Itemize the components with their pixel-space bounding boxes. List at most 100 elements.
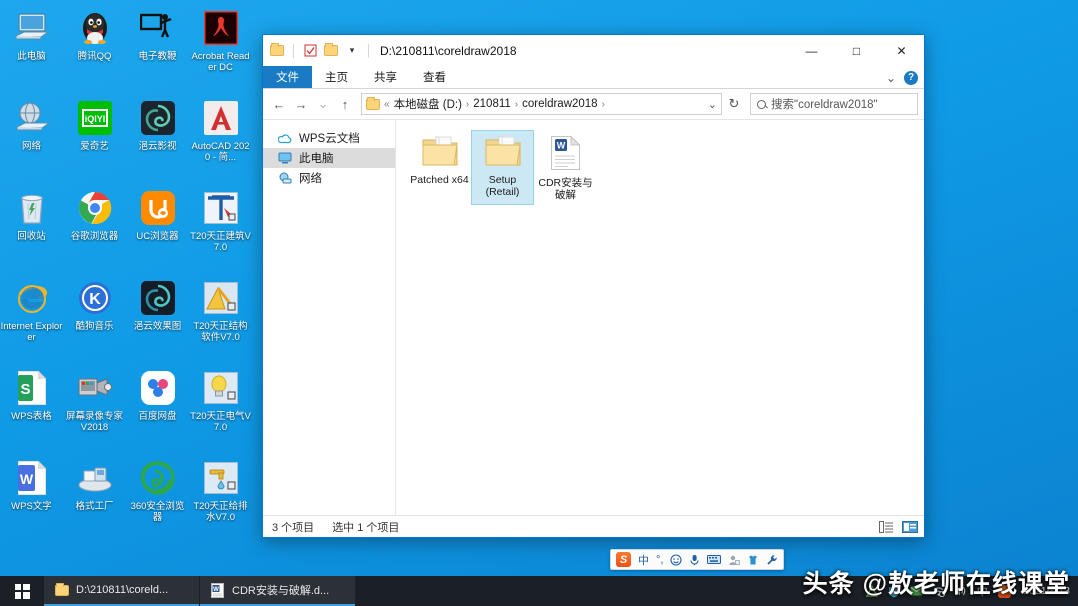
desktop-icon-computer[interactable]: 此电脑 xyxy=(0,2,63,92)
desktop-icon-ie[interactable]: Internet Explorer xyxy=(0,272,63,362)
desktop-icon-render-shell[interactable]: 浥云效果图 xyxy=(126,272,189,362)
desktop-icon-chrome[interactable]: 谷歌浏览器 xyxy=(63,182,126,272)
security-shield-icon[interactable] xyxy=(887,584,901,598)
desktop-icon-tangent-plumbing[interactable]: T20天正给排水V7.0 xyxy=(189,452,252,542)
desktop-icon-screen-recorder[interactable]: 屏幕录像专家V2018 xyxy=(63,362,126,452)
desktop-icon-pointer-teacher[interactable]: 电子教鞭 xyxy=(126,2,189,92)
window-titlebar[interactable]: ▾ D:\210811\coreldraw2018 — □ ✕ xyxy=(263,35,924,66)
desktop-icon-network-globe[interactable]: 网络 xyxy=(0,92,63,182)
ime-voice-icon[interactable] xyxy=(689,554,700,566)
tab-view[interactable]: 查看 xyxy=(410,66,459,88)
desktop-icon-label: WPS文字 xyxy=(1,501,63,512)
autocad-tray-icon[interactable] xyxy=(865,584,879,598)
desktop-icon-label: UC浏览器 xyxy=(127,231,189,242)
chevron-down-icon[interactable]: ⌄ xyxy=(886,71,896,85)
breadcrumb-item-drive[interactable]: 本地磁盘 (D:) xyxy=(394,96,462,112)
large-icons-view-button[interactable] xyxy=(901,519,918,534)
address-dropdown-icon[interactable]: ⌄ xyxy=(708,98,717,111)
sogou-logo-icon[interactable]: S xyxy=(616,552,631,567)
ime-user-icon[interactable] xyxy=(728,554,740,566)
refresh-button[interactable]: ↻ xyxy=(724,93,744,115)
properties-icon[interactable] xyxy=(302,43,318,59)
details-view-button[interactable] xyxy=(878,519,895,534)
clock[interactable]: 2021/8/13 xyxy=(1019,585,1070,597)
breadcrumb-item-210811[interactable]: 210811 xyxy=(473,98,511,110)
desktop-icon-label: 电子教鞭 xyxy=(127,51,189,62)
view-mode-buttons[interactable] xyxy=(878,519,918,534)
window-controls[interactable]: — □ ✕ xyxy=(789,35,924,66)
network-icon[interactable] xyxy=(931,584,945,598)
ime-emoji-icon[interactable] xyxy=(670,554,682,566)
address-bar[interactable]: « 本地磁盘 (D:) › 210811 › coreldraw2018 › ⌄ xyxy=(361,93,722,115)
desktop-icon-kugou[interactable]: K酷狗音乐 xyxy=(63,272,126,362)
desktop-icon-tangent-electric[interactable]: T20天正电气V7.0 xyxy=(189,362,252,452)
file-item[interactable]: WCDR安装与破解 xyxy=(534,130,597,205)
ime-toolbox-icon[interactable] xyxy=(766,554,778,566)
desktop-icon-baidu-netdisk[interactable]: 百度网盘 xyxy=(126,362,189,452)
help-icon[interactable]: ? xyxy=(904,71,918,85)
address-bar-right[interactable]: ⌄ xyxy=(708,98,717,111)
desktop-icon-recycle-bin[interactable]: 回收站 xyxy=(0,182,63,272)
uc-browser-icon xyxy=(138,188,178,228)
taskbar[interactable]: D:\210811\coreld... W CDR安装与破解.d... 中 20… xyxy=(0,576,1078,606)
tab-file[interactable]: 文件 xyxy=(263,66,312,88)
mail-icon[interactable] xyxy=(909,584,923,598)
quick-access-dropdown-icon[interactable]: ▾ xyxy=(344,43,360,59)
back-button[interactable]: ← xyxy=(269,93,289,115)
forward-button[interactable]: → xyxy=(291,93,311,115)
ribbon-right-controls[interactable]: ⌄ ? xyxy=(886,66,918,89)
file-list-area[interactable]: Patched x64Setup (Retail)WCDR安装与破解 xyxy=(396,120,924,515)
close-button[interactable]: ✕ xyxy=(879,35,924,66)
recent-locations-button[interactable]: ⌄ xyxy=(313,93,333,115)
system-tray[interactable]: 中 2021/8/13 xyxy=(865,576,1078,606)
desktop-icon-label: T20天正建筑V7.0 xyxy=(190,231,252,253)
ribbon-tab-strip[interactable]: 文件 主页 共享 查看 ⌄ ? xyxy=(263,66,924,89)
maximize-button[interactable]: □ xyxy=(834,35,879,66)
desktop-icon-video-shell[interactable]: 浥云影视 xyxy=(126,92,189,182)
minimize-button[interactable]: — xyxy=(789,35,834,66)
desktop-icon-label: 谷歌浏览器 xyxy=(64,231,126,242)
tab-share[interactable]: 共享 xyxy=(361,66,410,88)
tab-home[interactable]: 主页 xyxy=(312,66,361,88)
new-folder-icon[interactable] xyxy=(323,43,339,59)
cloud-icon xyxy=(277,131,292,146)
desktop-icon-uc-browser[interactable]: UC浏览器 xyxy=(126,182,189,272)
start-button[interactable] xyxy=(0,576,44,606)
up-button[interactable]: ↑ xyxy=(335,93,355,115)
desktop-icon-iqiyi[interactable]: iQIYI爱奇艺 xyxy=(63,92,126,182)
ime-punctuation-icon[interactable]: °, xyxy=(656,554,663,566)
breadcrumb-item-coreldraw2018[interactable]: coreldraw2018 xyxy=(522,98,597,110)
desktop-icon-format-factory[interactable]: 格式工厂 xyxy=(63,452,126,542)
file-item[interactable]: Setup (Retail) xyxy=(471,130,534,205)
desktop-icon-wps-sheet[interactable]: SWPS表格 xyxy=(0,362,63,452)
navpane-item-this-pc[interactable]: 此电脑 xyxy=(263,148,395,168)
desktop-icon-360-browser[interactable]: 360安全浏览器 xyxy=(126,452,189,542)
desktop-icon-autocad[interactable]: AutoCAD 2020 - 简... xyxy=(189,92,252,182)
navigation-pane[interactable]: WPS云文档 此电脑 网络 xyxy=(263,120,396,515)
search-box[interactable]: 搜索"coreldraw2018" xyxy=(750,93,918,115)
navpane-item-wps-cloud[interactable]: WPS云文档 xyxy=(263,128,395,148)
breadcrumb-overflow[interactable]: « xyxy=(384,99,390,110)
desktop-icon-tangent-struct[interactable]: T20天正结构软件V7.0 xyxy=(189,272,252,362)
taskbar-item-word-document[interactable]: W CDR安装与破解.d... xyxy=(200,576,355,606)
explorer-system-icon[interactable] xyxy=(269,43,285,59)
ime-skin-icon[interactable] xyxy=(747,554,759,566)
search-placeholder[interactable]: 搜索"coreldraw2018" xyxy=(771,96,878,112)
volume-icon[interactable] xyxy=(953,584,967,598)
navpane-item-network[interactable]: 网络 xyxy=(263,168,395,188)
file-item[interactable]: Patched x64 xyxy=(408,130,471,205)
ime-mode-chinese[interactable]: 中 xyxy=(638,552,649,568)
file-explorer-window[interactable]: ▾ D:\210811\coreldraw2018 — □ ✕ 文件 主页 共享… xyxy=(262,34,925,538)
taskbar-item-explorer[interactable]: D:\210811\coreld... xyxy=(44,576,199,606)
sogou-tray-icon[interactable] xyxy=(997,584,1011,598)
desktop-icon-acrobat-reader[interactable]: Acrobat Reader DC xyxy=(189,2,252,92)
sogou-ime-toolbar[interactable]: S 中 °, xyxy=(610,549,784,570)
quick-access-toolbar[interactable]: ▾ xyxy=(269,43,372,59)
ime-softkeyboard-icon[interactable] xyxy=(707,554,721,565)
navpane-label: WPS云文档 xyxy=(299,130,360,146)
desktop-icon-wps-writer[interactable]: WWPS文字 xyxy=(0,452,63,542)
ime-chinese-indicator[interactable]: 中 xyxy=(975,584,989,598)
navigation-bar[interactable]: ← → ⌄ ↑ « 本地磁盘 (D:) › 210811 › coreldraw… xyxy=(263,89,924,119)
desktop-icon-qq-penguin[interactable]: 腾讯QQ xyxy=(63,2,126,92)
desktop-icon-tangent-arch[interactable]: T20天正建筑V7.0 xyxy=(189,182,252,272)
